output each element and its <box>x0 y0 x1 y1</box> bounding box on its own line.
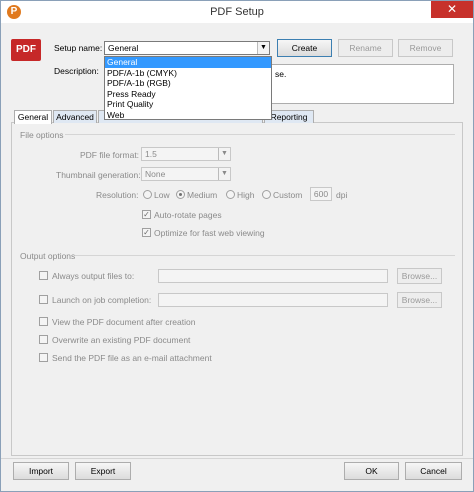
res-custom-label: Custom <box>273 190 303 200</box>
pdf-format-label: PDF file format: <box>80 150 140 160</box>
rename-button[interactable]: Rename <box>338 39 393 57</box>
auto-rotate-label: Auto-rotate pages <box>154 210 222 220</box>
overwrite-checkbox[interactable] <box>39 335 48 344</box>
thumbnail-value: None <box>145 169 166 179</box>
chevron-down-icon[interactable]: ▼ <box>218 148 230 160</box>
window-title: PDF Setup <box>210 6 264 18</box>
res-high-label: High <box>237 190 255 200</box>
res-custom-dpi-input[interactable]: 600 <box>310 187 332 201</box>
thumbnail-select[interactable]: None ▼ <box>141 167 231 181</box>
pdf-format-value: 1.5 <box>145 149 157 159</box>
resolution-label: Resolution: <box>96 190 139 200</box>
dropdown-option-web[interactable]: Web <box>105 110 271 121</box>
setup-name-dropdown[interactable]: General PDF/A-1b (CMYK) PDF/A-1b (RGB) P… <box>104 56 272 120</box>
browse-launch-button[interactable]: Browse... <box>397 292 442 308</box>
auto-rotate-checkbox[interactable]: ✓ <box>142 210 151 219</box>
remove-button[interactable]: Remove <box>398 39 453 57</box>
res-low-radio[interactable] <box>143 190 152 199</box>
launch-on-completion-checkbox[interactable] <box>39 295 48 304</box>
dropdown-option-general[interactable]: General <box>105 57 271 68</box>
overwrite-label: Overwrite an existing PDF document <box>52 335 191 345</box>
launch-path-input[interactable] <box>158 293 388 307</box>
view-pdf-checkbox[interactable] <box>39 317 48 326</box>
res-medium-radio[interactable] <box>176 190 185 199</box>
chevron-down-icon[interactable]: ▼ <box>218 168 230 180</box>
res-low-label: Low <box>154 190 170 200</box>
setup-name-select[interactable]: General ▼ <box>104 41 270 55</box>
res-unit-label: dpi <box>336 190 348 200</box>
setup-name-value: General <box>108 43 139 53</box>
import-button[interactable]: Import <box>13 462 69 480</box>
dropdown-option-print-quality[interactable]: Print Quality <box>105 99 271 110</box>
pdf-logo-icon: PDF <box>11 39 41 61</box>
always-output-path-input[interactable] <box>158 269 388 283</box>
chevron-down-icon[interactable]: ▼ <box>257 42 269 54</box>
tab-general[interactable]: General <box>14 110 52 124</box>
always-output-checkbox[interactable] <box>39 271 48 280</box>
dropdown-option-press-ready[interactable]: Press Ready <box>105 89 271 100</box>
optimize-web-checkbox[interactable]: ✓ <box>142 228 151 237</box>
tab-advanced[interactable]: Advanced <box>53 110 97 123</box>
send-email-label: Send the PDF file as an e-mail attachmen… <box>52 353 212 363</box>
create-button[interactable]: Create <box>277 39 332 57</box>
setup-name-label: Setup name: <box>54 43 103 53</box>
send-email-checkbox[interactable] <box>39 353 48 362</box>
res-custom-radio[interactable] <box>262 190 271 199</box>
close-window-button[interactable]: ✕ <box>431 1 473 18</box>
title-bar: P PDF Setup ✕ <box>1 1 473 23</box>
launch-on-completion-label: Launch on job completion: <box>52 295 152 305</box>
view-pdf-label: View the PDF document after creation <box>52 317 196 327</box>
file-options-divider <box>65 134 455 135</box>
cancel-button[interactable]: Cancel <box>405 462 462 480</box>
browse-output-button[interactable]: Browse... <box>397 268 442 284</box>
res-medium-label: Medium <box>187 190 218 200</box>
output-options-group-label: Output options <box>20 251 76 261</box>
description-value: se. <box>275 69 287 79</box>
file-options-group-label: File options <box>20 130 64 140</box>
optimize-web-label: Optimize for fast web viewing <box>154 228 265 238</box>
pdf-setup-window: P PDF Setup ✕ PDF Setup name: General ▼ … <box>0 0 474 492</box>
dropdown-option-pdfa-cmyk[interactable]: PDF/A-1b (CMYK) <box>105 68 271 79</box>
res-high-radio[interactable] <box>226 190 235 199</box>
pdf-format-select[interactable]: 1.5 ▼ <box>141 147 231 161</box>
dropdown-option-pdfa-rgb[interactable]: PDF/A-1b (RGB) <box>105 78 271 89</box>
output-options-divider <box>75 255 455 256</box>
description-label: Description: <box>54 66 99 76</box>
footer-divider <box>1 458 473 459</box>
always-output-label: Always output files to: <box>52 271 135 281</box>
thumbnail-label: Thumbnail generation: <box>56 170 141 180</box>
ok-button[interactable]: OK <box>344 462 399 480</box>
export-button[interactable]: Export <box>75 462 131 480</box>
